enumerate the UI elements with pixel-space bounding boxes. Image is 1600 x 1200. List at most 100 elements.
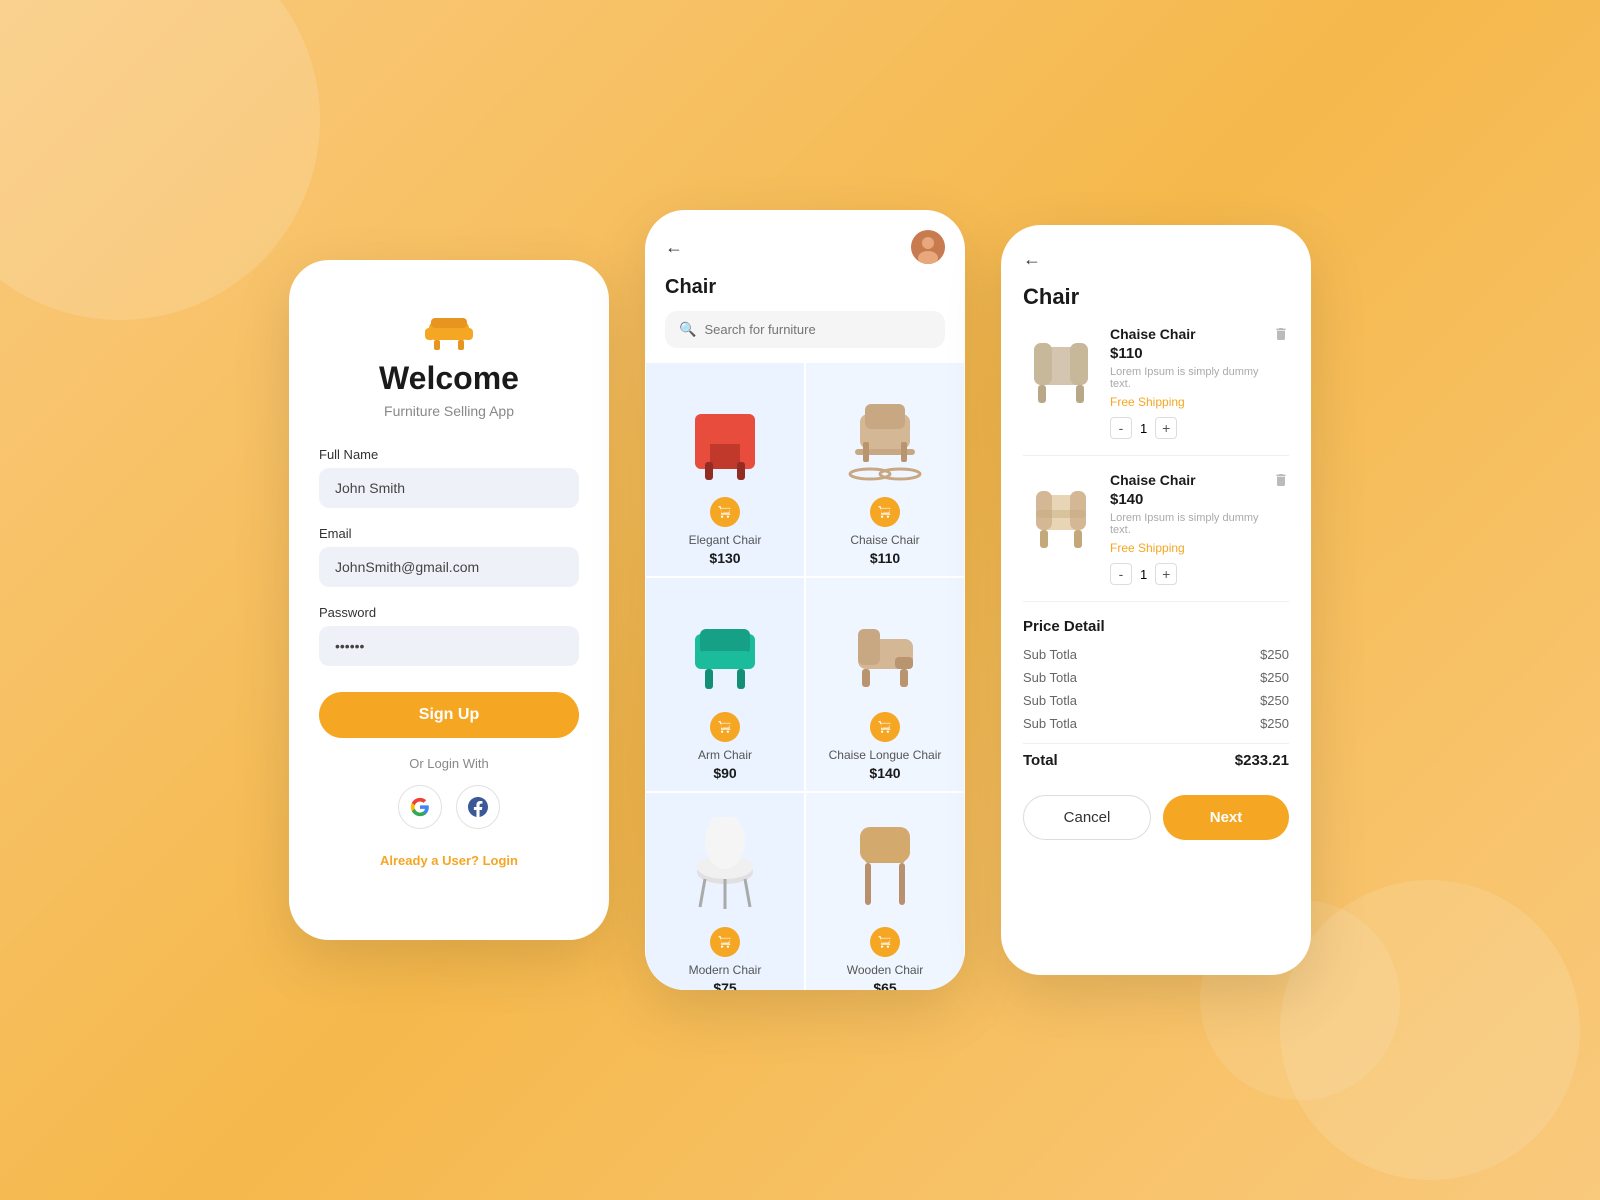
password-input[interactable] <box>319 626 579 666</box>
price-detail-title: Price Detail <box>1023 618 1289 635</box>
welcome-title: Welcome <box>379 360 519 397</box>
add-to-cart-elegant[interactable] <box>710 497 740 527</box>
signup-button[interactable]: Sign Up <box>319 692 579 738</box>
add-to-cart-longue[interactable] <box>870 712 900 742</box>
cart-item-2-shipping: Free Shipping <box>1110 541 1261 555</box>
cart-item-1-image <box>1023 326 1098 411</box>
chair-image-elegant <box>675 379 775 489</box>
price-row-1-value: $250 <box>1260 647 1289 662</box>
chair-price-longue: $140 <box>869 765 900 781</box>
back-button[interactable]: ← <box>665 237 683 258</box>
price-row-4-label: Sub Totla <box>1023 716 1077 731</box>
fullname-group: Full Name <box>319 447 579 508</box>
cart-item-2-info: Chaise Chair $140 Lorem Ipsum is simply … <box>1110 472 1261 585</box>
price-row-2-value: $250 <box>1260 670 1289 685</box>
social-buttons <box>398 785 500 829</box>
price-row-3: Sub Totla $250 <box>1023 693 1289 708</box>
welcome-subtitle: Furniture Selling App <box>384 403 514 419</box>
cancel-button[interactable]: Cancel <box>1023 795 1151 840</box>
search-icon: 🔍 <box>679 321 696 338</box>
already-user-text: Already a User? Login <box>380 853 518 868</box>
browse-screen: ← Chair 🔍 <box>645 210 965 990</box>
qty-decrease-2[interactable]: - <box>1110 563 1132 585</box>
chair-item-chaise: Chaise Chair $110 <box>805 362 965 577</box>
chairs-grid: Elegant Chair $130 <box>645 362 965 990</box>
chair-item-longue: Chaise Longue Chair $140 <box>805 577 965 792</box>
price-row-1-label: Sub Totla <box>1023 647 1077 662</box>
chair-name-longue: Chaise Longue Chair <box>829 748 942 762</box>
fullname-input[interactable] <box>319 468 579 508</box>
user-avatar <box>911 230 945 264</box>
chair-price-chaise: $110 <box>870 550 900 566</box>
price-row-2-label: Sub Totla <box>1023 670 1077 685</box>
login-link[interactable]: Login <box>483 853 518 868</box>
total-label: Total <box>1023 752 1058 769</box>
chair-image-chaise <box>835 379 935 489</box>
cart-item-1-name: Chaise Chair <box>1110 326 1261 342</box>
cart-item-2: Chaise Chair $140 Lorem Ipsum is simply … <box>1023 472 1289 602</box>
phones-container: Welcome Furniture Selling App Full Name … <box>289 210 1311 990</box>
qty-increase-2[interactable]: + <box>1155 563 1177 585</box>
chair-price-wooden: $65 <box>873 980 896 990</box>
cart-actions: Cancel Next <box>1023 795 1289 840</box>
chair-name-modern: Modern Chair <box>689 963 762 977</box>
cart-screen: ← Chair Chaise Chair $110 Lorem Ipsum is… <box>1001 225 1311 975</box>
search-section: 🔍 <box>645 311 965 362</box>
cart-item-2-image <box>1023 472 1098 557</box>
next-button[interactable]: Next <box>1163 795 1289 840</box>
cart-item-2-name: Chaise Chair <box>1110 472 1261 488</box>
price-row-3-label: Sub Totla <box>1023 693 1077 708</box>
password-label: Password <box>319 605 579 620</box>
add-to-cart-arm[interactable] <box>710 712 740 742</box>
cart-item-1-shipping: Free Shipping <box>1110 395 1261 409</box>
add-to-cart-wooden[interactable] <box>870 927 900 957</box>
chair-price-elegant: $130 <box>709 550 740 566</box>
chair-item-arm: Arm Chair $90 <box>645 577 805 792</box>
add-to-cart-chaise[interactable] <box>870 497 900 527</box>
chair-name-wooden: Wooden Chair <box>847 963 924 977</box>
cart-item-2-qty: - 1 + <box>1110 563 1261 585</box>
email-input[interactable] <box>319 547 579 587</box>
cart-item-1-qty: - 1 + <box>1110 417 1261 439</box>
qty-increase-1[interactable]: + <box>1155 417 1177 439</box>
chair-price-modern: $75 <box>713 980 736 990</box>
cart-item-1: Chaise Chair $110 Lorem Ipsum is simply … <box>1023 326 1289 456</box>
chair-image-longue <box>835 594 935 704</box>
chair-name-elegant: Elegant Chair <box>689 533 762 547</box>
browse-header: ← <box>645 210 965 276</box>
chair-item-modern: Modern Chair $75 <box>645 792 805 990</box>
chair-image-arm <box>675 594 775 704</box>
qty-value-2: 1 <box>1140 567 1147 582</box>
or-login-text: Or Login With <box>409 756 488 771</box>
total-value: $233.21 <box>1235 752 1289 769</box>
search-bar: 🔍 <box>665 311 945 348</box>
facebook-login-button[interactable] <box>456 785 500 829</box>
qty-value-1: 1 <box>1140 421 1147 436</box>
search-input[interactable] <box>704 322 931 337</box>
price-row-4-value: $250 <box>1260 716 1289 731</box>
chair-image-wooden <box>835 809 935 919</box>
price-total-row: Total $233.21 <box>1023 743 1289 769</box>
fullname-label: Full Name <box>319 447 579 462</box>
cart-item-2-price: $140 <box>1110 491 1261 508</box>
price-row-2: Sub Totla $250 <box>1023 670 1289 685</box>
delete-item-2-button[interactable] <box>1273 472 1289 493</box>
add-to-cart-modern[interactable] <box>710 927 740 957</box>
password-group: Password <box>319 605 579 666</box>
chair-image-modern <box>675 809 775 919</box>
delete-item-1-button[interactable] <box>1273 326 1289 347</box>
price-row-1: Sub Totla $250 <box>1023 647 1289 662</box>
email-group: Email <box>319 526 579 587</box>
chair-item-wooden: Wooden Chair $65 <box>805 792 965 990</box>
chair-name-arm: Arm Chair <box>698 748 752 762</box>
browse-title: Chair <box>645 276 965 311</box>
app-logo <box>419 300 479 360</box>
chair-item-elegant: Elegant Chair $130 <box>645 362 805 577</box>
price-row-4: Sub Totla $250 <box>1023 716 1289 731</box>
cart-back-button[interactable]: ← <box>1023 249 1289 270</box>
email-label: Email <box>319 526 579 541</box>
price-row-3-value: $250 <box>1260 693 1289 708</box>
signup-screen: Welcome Furniture Selling App Full Name … <box>289 260 609 940</box>
qty-decrease-1[interactable]: - <box>1110 417 1132 439</box>
google-login-button[interactable] <box>398 785 442 829</box>
